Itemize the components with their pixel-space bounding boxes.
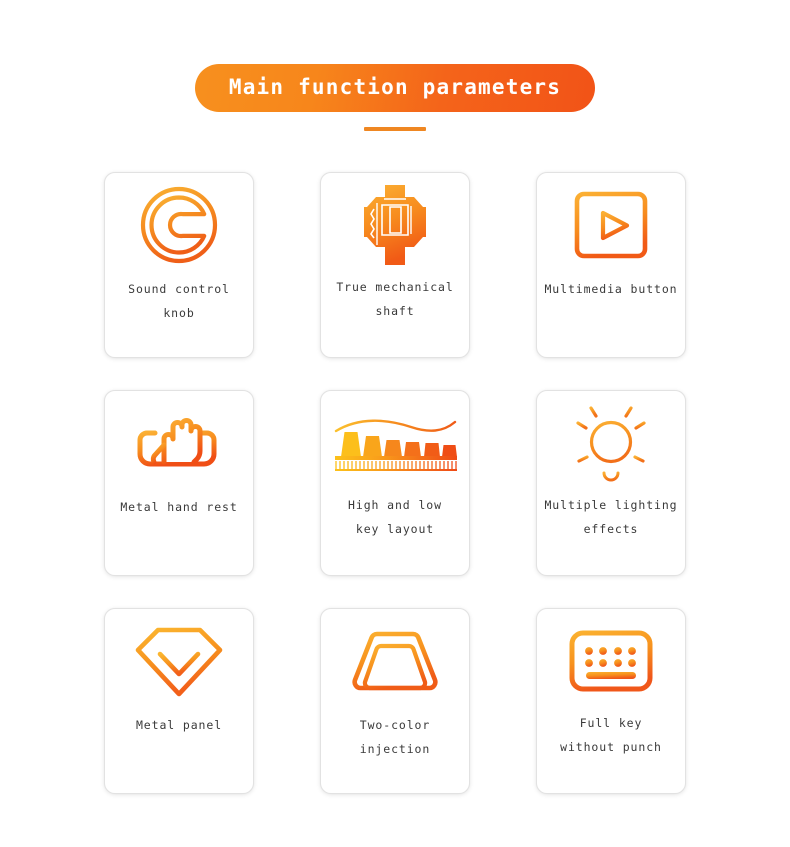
feature-card-high-and-low-key-layout[interactable]: High and low key layout [320,390,470,576]
feature-card-metal-panel[interactable]: Metal panel [104,608,254,794]
light-bulb-icon [537,391,685,495]
feature-card-multimedia-button[interactable]: Multimedia button [536,172,686,358]
keycap-outline-icon [321,609,469,713]
feature-label: Multiple lighting effects [544,498,678,536]
diamond-panel-icon [105,609,253,713]
feature-label: Sound control knob [128,282,230,320]
title-underline [364,127,426,131]
mechanical-switch-icon [321,173,469,277]
feature-label: True mechanical shaft [336,280,454,318]
stepped-keycaps-icon [321,391,469,495]
feature-label: Two-color injection [359,718,431,756]
media-player-icon [537,173,685,277]
feature-card-two-color-injection[interactable]: Two-color injection [320,608,470,794]
feature-grid-page: Main function parameters Sound control k… [0,0,790,847]
feature-label: Metal hand rest [120,500,238,514]
feature-card-sound-control-knob[interactable]: Sound control knob [104,172,254,358]
feature-label: Full key without punch [560,716,662,754]
features-grid: Sound control knob True mechanical shaft… [104,172,686,794]
feature-card-metal-hand-rest[interactable]: Metal hand rest [104,390,254,576]
page-title: Main function parameters [194,64,596,112]
keyboard-icon [537,609,685,713]
feature-label: High and low key layout [348,498,442,536]
feature-label: Multimedia button [544,282,678,296]
page-header: Main function parameters [0,0,790,131]
feature-card-true-mechanical-shaft[interactable]: True mechanical shaft [320,172,470,358]
feature-card-multiple-lighting-effects[interactable]: Multiple lighting effects [536,390,686,576]
feature-label: Metal panel [135,718,223,732]
volume-knob-icon [105,173,253,277]
feature-card-full-key-without-punch[interactable]: Full key without punch [536,608,686,794]
hand-rest-icon [105,391,253,495]
